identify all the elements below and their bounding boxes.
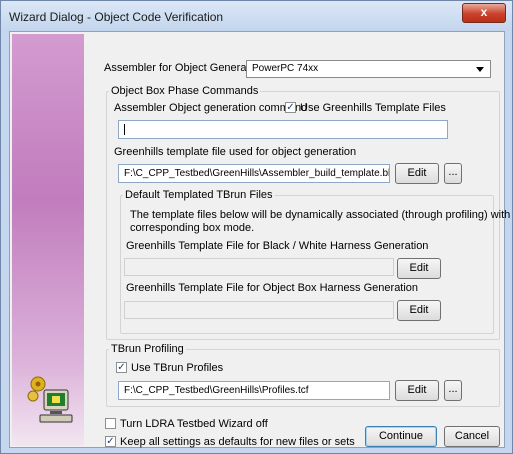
wizard-dialog-window: Wizard Dialog - Object Code Verification… [0, 0, 513, 454]
template-file-value: F:\C_CPP_Testbed\GreenHills\Assembler_bu… [124, 168, 390, 179]
wizard-off-checkbox[interactable] [105, 418, 116, 429]
continue-button[interactable]: Continue [365, 426, 437, 447]
cancel-button[interactable]: Cancel [444, 426, 500, 447]
wizard-sidebar [12, 34, 84, 446]
tbrun-edit-button[interactable]: Edit [395, 380, 439, 401]
assembler-select[interactable]: PowerPC 74xx [246, 60, 491, 78]
checkmark-icon: ✓ [106, 436, 115, 447]
bw-harness-label: Greenhills Template File for Black / Whi… [126, 240, 429, 252]
ob-harness-label: Greenhills Template File for Object Box … [126, 282, 419, 294]
bw-harness-input [124, 258, 394, 276]
keep-defaults-checkbox[interactable]: ✓ [105, 436, 116, 447]
close-button[interactable]: x [462, 3, 506, 23]
computer-with-gears-icon [27, 376, 73, 423]
template-browse-button[interactable]: ... [444, 163, 462, 184]
template-file-input[interactable]: F:\C_CPP_Testbed\GreenHills\Assembler_bu… [118, 164, 390, 183]
tbrun-profile-input[interactable]: F:\C_CPP_Testbed\GreenHills\Profiles.tcf [118, 381, 390, 400]
template-description-line1: The template files below will be dynamic… [130, 209, 513, 221]
close-icon: x [480, 5, 488, 19]
template-description-line2: corresponding box mode. [130, 222, 255, 234]
use-template-label: Use Greenhills Template Files [300, 102, 446, 114]
wizard-off-label: Turn LDRA Testbed Wizard off [120, 418, 268, 430]
keep-defaults-label: Keep all settings as defaults for new fi… [120, 436, 355, 448]
bw-harness-edit-button[interactable]: Edit [397, 258, 441, 279]
chevron-down-icon[interactable] [476, 67, 484, 72]
use-tbrun-profiles-checkbox[interactable]: ✓ [116, 362, 127, 373]
checkmark-icon: ✓ [117, 362, 126, 373]
ob-harness-edit-button[interactable]: Edit [397, 300, 441, 321]
tbrun-profiling-title: TBrun Profiling [109, 343, 186, 355]
object-box-group-title: Object Box Phase Commands [109, 85, 261, 97]
tbrun-profile-value: F:\C_CPP_Testbed\GreenHills\Profiles.tcf [124, 385, 309, 396]
title-bar[interactable]: Wizard Dialog - Object Code Verification… [1, 1, 512, 31]
default-templated-title: Default Templated TBrun Files [123, 189, 275, 201]
ob-harness-input [124, 301, 394, 319]
tbrun-browse-button[interactable]: ... [444, 380, 462, 401]
use-template-checkbox[interactable]: ✓ [285, 102, 296, 113]
use-tbrun-profiles-label: Use TBrun Profiles [131, 362, 224, 374]
dialog-client-area: Assembler for Object Generation PowerPC … [9, 31, 513, 448]
text-caret [124, 124, 125, 135]
template-edit-button[interactable]: Edit [395, 163, 439, 184]
window-title: Wizard Dialog - Object Code Verification [9, 10, 224, 24]
assembler-label: Assembler for Object Generation [104, 62, 265, 74]
assembler-command-label: Assembler Object generation command [114, 102, 308, 114]
template-file-label: Greenhills template file used for object… [114, 146, 357, 158]
checkmark-icon: ✓ [286, 102, 295, 113]
assembler-select-value: PowerPC 74xx [252, 63, 319, 74]
assembler-command-input[interactable] [118, 120, 448, 139]
